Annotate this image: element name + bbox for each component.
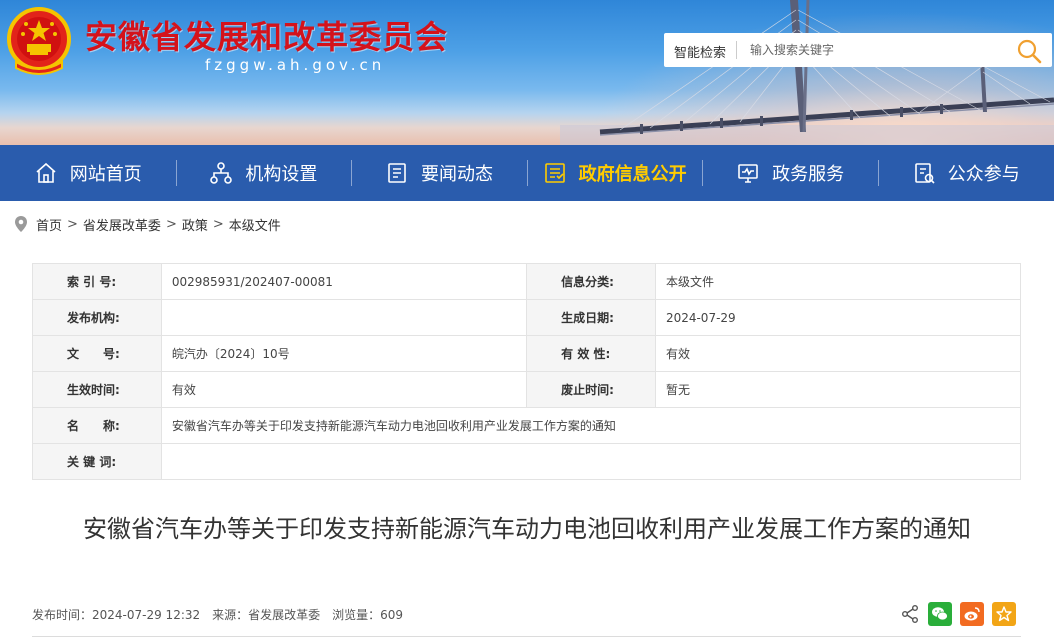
repeal-time-value: 暂无 <box>654 371 1022 408</box>
breadcrumb-link-policy[interactable]: 政策 <box>182 215 208 234</box>
search-input[interactable] <box>750 40 1000 60</box>
monitor-icon <box>738 164 758 183</box>
share-bar <box>900 602 1016 626</box>
effective-time-label: 生效时间: <box>32 371 162 408</box>
keywords-label: 关 键 词: <box>32 443 162 480</box>
national-emblem-icon <box>7 7 71 75</box>
article-source: 来源：省发展改革委 <box>212 608 321 622</box>
header-banner: 安徽省发展和改革委员会 fzggw.ah.gov.cn 智能检索 <box>0 0 1054 145</box>
star-icon <box>996 606 1012 622</box>
created-date-value: 2024-07-29 <box>654 299 1022 336</box>
table-row: 生效时间: 有效 废止时间: 暂无 <box>32 371 1022 408</box>
nav-item-label: 公众参与 <box>947 164 1020 185</box>
publisher-value <box>160 299 528 336</box>
publish-time: 发布时间：2024-07-29 12:32 <box>32 608 201 622</box>
validity-value: 有效 <box>654 335 1022 372</box>
favorite-button[interactable] <box>992 602 1016 626</box>
publisher-label: 发布机构: <box>32 299 162 336</box>
keywords-value <box>160 443 1022 480</box>
created-date-label: 生成日期: <box>526 299 656 336</box>
share-weibo-button[interactable] <box>960 602 984 626</box>
category-label: 信息分类: <box>526 263 656 300</box>
nav-item-organization[interactable]: 机构设置 <box>175 145 352 201</box>
breadcrumb-separator: > <box>212 216 224 232</box>
category-value: 本级文件 <box>654 263 1022 300</box>
breadcrumb: 首页 > 省发展改革委 > 政策 > 本级文件 <box>14 213 281 235</box>
nav-item-label: 要闻动态 <box>420 164 493 185</box>
location-pin-icon <box>15 216 27 232</box>
document-info-table: 索 引 号: 002985931/202407-00081 信息分类: 本级文件… <box>32 263 1022 480</box>
article-title: 安徽省汽车办等关于印发支持新能源汽车动力电池回收利用产业发展工作方案的通知 <box>83 515 971 543</box>
article-meta: 发布时间：2024-07-29 12:32 来源：省发展改革委 浏览量：609 <box>32 606 403 623</box>
doc-number-label: 文 号: <box>32 335 162 372</box>
index-number-label: 索 引 号: <box>32 263 162 300</box>
org-chart-icon <box>210 162 233 184</box>
nav-item-public-participation[interactable]: 公众参与 <box>877 145 1054 201</box>
nav-item-label: 政府信息公开 <box>578 164 687 185</box>
table-row: 发布机构: 生成日期: 2024-07-29 <box>32 299 1022 336</box>
table-row: 索 引 号: 002985931/202407-00081 信息分类: 本级文件 <box>32 263 1022 300</box>
search-label: 智能检索 <box>674 46 727 61</box>
share-wechat-button[interactable] <box>928 602 952 626</box>
doc-name-value: 安徽省汽车办等关于印发支持新能源汽车动力电池回收利用产业发展工作方案的通知 <box>160 407 1022 444</box>
doc-name-label: 名 称: <box>32 407 162 444</box>
site-title: 安徽省发展和改革委员会 <box>85 18 449 56</box>
nav-item-label: 政务服务 <box>772 164 845 185</box>
repeal-time-label: 废止时间: <box>526 371 656 408</box>
index-number-value: 002985931/202407-00081 <box>160 263 528 300</box>
survey-icon <box>914 163 935 184</box>
table-row: 名 称: 安徽省汽车办等关于印发支持新能源汽车动力电池回收利用产业发展工作方案的… <box>32 407 1022 444</box>
validity-label: 有 效 性: <box>526 335 656 372</box>
home-icon <box>36 162 56 183</box>
breadcrumb-link-local-docs[interactable]: 本级文件 <box>229 215 281 234</box>
nav-item-home[interactable]: 网站首页 <box>0 145 176 201</box>
search-divider <box>736 41 737 59</box>
breadcrumb-separator: > <box>67 216 78 232</box>
nav-item-news[interactable]: 要闻动态 <box>351 145 527 201</box>
table-row: 关 键 词: <box>32 443 1022 480</box>
breadcrumb-link-home[interactable]: 首页 <box>36 215 62 234</box>
doc-number-value: 皖汽办〔2024〕10号 <box>160 335 528 372</box>
search-box: 智能检索 <box>664 33 1052 67</box>
table-row: 文 号: 皖汽办〔2024〕10号 有 效 性: 有效 <box>32 335 1022 372</box>
site-domain: fzggw.ah.gov.cn <box>205 56 386 74</box>
meta-divider <box>32 636 1021 637</box>
nav-item-gov-service[interactable]: 政务服务 <box>702 145 878 201</box>
wechat-icon <box>932 607 948 621</box>
nav-item-gov-info[interactable]: 政府信息公开 <box>526 145 703 201</box>
nav-item-label: 网站首页 <box>69 164 142 185</box>
news-icon <box>388 163 406 183</box>
weibo-icon <box>964 607 980 621</box>
search-icon[interactable] <box>1016 38 1042 64</box>
share-icon <box>902 605 918 623</box>
breadcrumb-separator: > <box>165 216 177 232</box>
nav-item-label: 机构设置 <box>245 164 318 185</box>
view-count: 浏览量：609 <box>332 608 404 622</box>
main-nav: 网站首页 机构设置 要闻动态 政府信息公开 政务服务 公众参与 <box>0 145 1054 201</box>
breadcrumb-link-ndrc[interactable]: 省发展改革委 <box>83 215 161 234</box>
document-list-icon <box>544 163 565 183</box>
effective-time-value: 有效 <box>160 371 528 408</box>
